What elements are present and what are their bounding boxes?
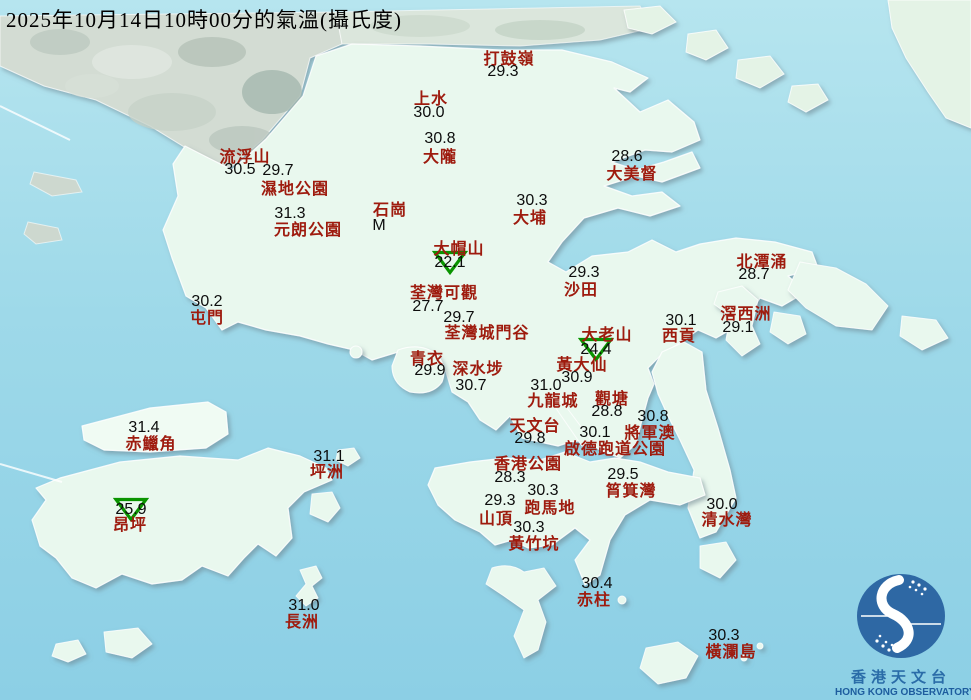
station-temperature: 29.7 <box>443 309 474 327</box>
station-temperature: M <box>372 217 385 235</box>
station-temperature: 30.7 <box>455 377 486 395</box>
station-temperature: 30.0 <box>706 496 737 514</box>
logo-name-chinese: 香港天文台 <box>835 666 967 687</box>
station-temperature: 29.5 <box>607 466 638 484</box>
station-temperature: 22.1 <box>434 254 465 272</box>
station-temperature: 24.4 <box>580 341 611 359</box>
station-temperature: 31.4 <box>128 419 159 437</box>
station-temperature: 30.0 <box>413 104 444 122</box>
station-temperature: 30.9 <box>561 369 592 387</box>
stations-layer: 29.3打鼓嶺30.0上水30.8大隴28.6大美督30.5流浮山29.7濕地公… <box>0 0 971 700</box>
hko-logo-icon <box>855 572 947 660</box>
station-temperature: 30.8 <box>424 130 455 148</box>
station-temperature: 31.0 <box>288 597 319 615</box>
station-temperature: 31.1 <box>313 448 344 466</box>
station-temperature: 29.3 <box>487 63 518 81</box>
map-title: 2025年10月14日10時00分的氣溫(攝氏度) <box>6 4 402 34</box>
station-temperature: 30.3 <box>516 192 547 210</box>
station-temperature: 28.8 <box>591 403 622 421</box>
station-temperature: 29.9 <box>414 362 445 380</box>
station-temperature: 30.4 <box>581 575 612 593</box>
station-temperature: 31.0 <box>530 377 561 395</box>
station-temperature: 30.1 <box>579 424 610 442</box>
weather-map-screen: 2025年10月14日10時00分的氣溫(攝氏度) 29.3打鼓嶺30.0上水3… <box>0 0 971 700</box>
station-temperature: 30.2 <box>191 293 222 311</box>
station-temperature: 29.3 <box>568 264 599 282</box>
station-temperature: 27.7 <box>412 298 443 316</box>
hko-logo: 香港天文台 HONG KONG OBSERVATORY <box>835 572 967 698</box>
station-temperature: 29.7 <box>262 162 293 180</box>
station-temperature: 28.6 <box>611 148 642 166</box>
station-name: 深水埗 <box>452 355 503 379</box>
station-temperature: 30.8 <box>637 408 668 426</box>
station-temperature: 30.3 <box>708 627 739 645</box>
station-temperature: 28.3 <box>494 469 525 487</box>
station-temperature: 29.8 <box>514 430 545 448</box>
station-temperature: 25.9 <box>115 501 146 519</box>
station-temperature: 29.1 <box>722 319 753 337</box>
logo-name-english: HONG KONG OBSERVATORY <box>835 687 967 698</box>
station-temperature: 29.3 <box>484 492 515 510</box>
station-temperature: 30.3 <box>527 482 558 500</box>
station-temperature: 28.7 <box>738 266 769 284</box>
station-temperature: 31.3 <box>274 205 305 223</box>
station-temperature: 30.1 <box>665 312 696 330</box>
station-temperature: 30.3 <box>513 519 544 537</box>
station-temperature: 30.5 <box>224 161 255 179</box>
